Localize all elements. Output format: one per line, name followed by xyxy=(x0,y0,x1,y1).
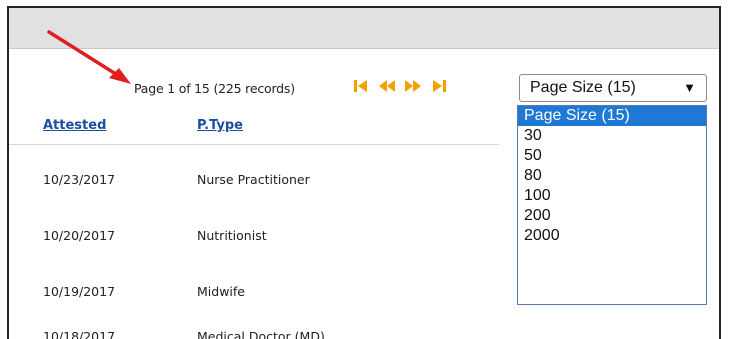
page-size-selected-value: Page Size (15) xyxy=(530,79,636,96)
column-header-attested[interactable]: Attested xyxy=(43,118,106,133)
previous-page-icon xyxy=(379,80,395,92)
page-size-option[interactable]: 80 xyxy=(518,166,706,186)
provider-type-cell: Medical Doctor (MD) xyxy=(197,329,325,339)
chevron-down-icon: ▼ xyxy=(683,80,696,95)
provider-type-cell: Midwife xyxy=(197,284,245,299)
last-page-icon xyxy=(433,80,446,92)
attested-date-cell: 10/20/2017 xyxy=(43,228,116,243)
next-page-button[interactable] xyxy=(401,75,425,97)
provider-type-cell: Nutritionist xyxy=(197,228,267,243)
attested-date-cell: 10/19/2017 xyxy=(43,284,116,299)
page-size-option[interactable]: 100 xyxy=(518,186,706,206)
previous-page-button[interactable] xyxy=(375,75,399,97)
page-size-dropdown-list: Page Size (15) 30 50 80 100 200 2000 xyxy=(517,105,707,305)
next-page-icon xyxy=(405,80,421,92)
attested-date-cell: 10/23/2017 xyxy=(43,172,116,187)
column-header-ptype[interactable]: P.Type xyxy=(197,118,243,133)
provider-type-cell: Nurse Practitioner xyxy=(197,172,310,187)
pager-panel: Page 1 of 15 (225 records) Page Size (15… xyxy=(7,6,721,339)
red-arrow-annotation xyxy=(47,30,131,84)
first-page-button[interactable] xyxy=(349,75,373,97)
page-size-select[interactable]: Page Size (15) ▼ xyxy=(519,74,707,102)
page-size-option[interactable]: Page Size (15) xyxy=(518,106,706,126)
first-page-icon xyxy=(354,80,367,92)
table-header-divider xyxy=(9,144,499,145)
attested-date-cell: 10/18/2017 xyxy=(43,329,116,339)
page-size-option[interactable]: 200 xyxy=(518,206,706,226)
page-size-option[interactable]: 30 xyxy=(518,126,706,146)
last-page-button[interactable] xyxy=(427,75,451,97)
page-status-text: Page 1 of 15 (225 records) xyxy=(134,81,295,96)
page-size-option[interactable]: 50 xyxy=(518,146,706,166)
page-size-option[interactable]: 2000 xyxy=(518,226,706,246)
